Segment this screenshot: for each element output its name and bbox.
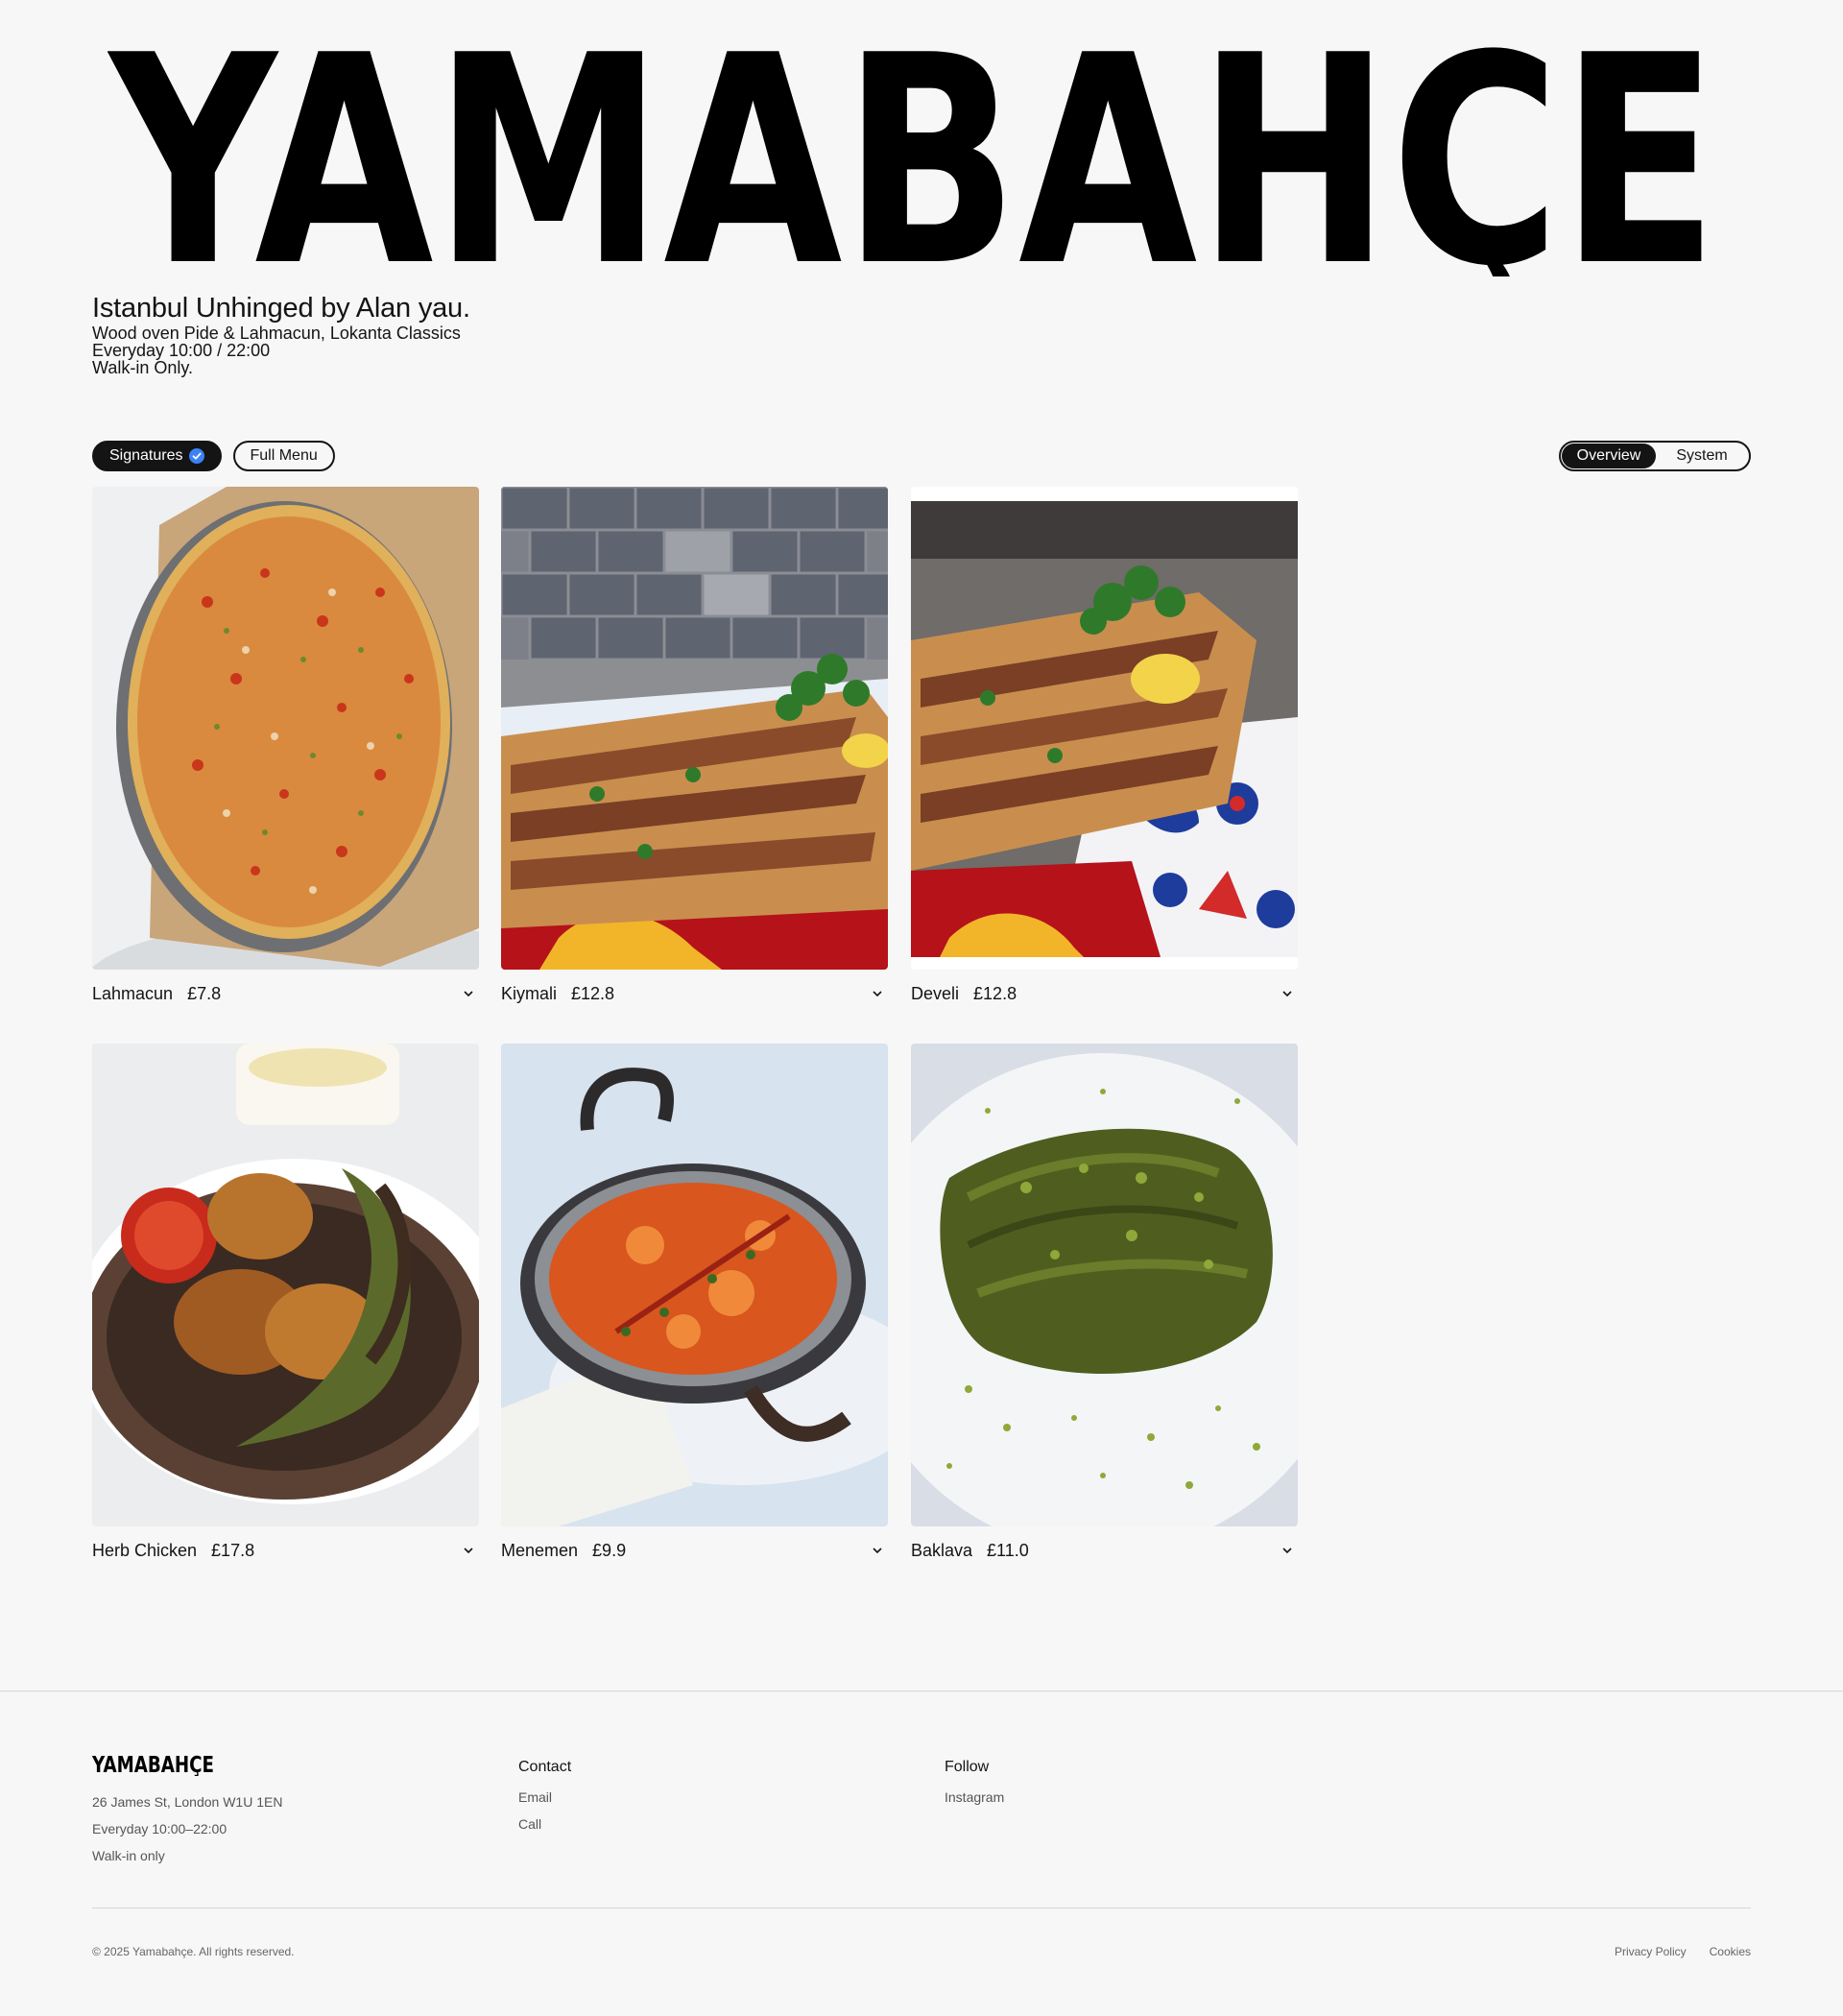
- dish-name: Develi: [911, 983, 960, 1003]
- footer-address: 26 James St, London W1U 1EN: [92, 1794, 283, 1810]
- dish-card[interactable]: Baklava £11.0: [911, 1044, 1298, 1564]
- dish-price: £12.8: [973, 983, 1017, 1003]
- cuisine-description: Wood oven Pide & Lahmacun, Lokanta Class…: [92, 324, 461, 343]
- chevron-down-icon[interactable]: [871, 987, 884, 1000]
- dish-photo-kiymali: [501, 487, 888, 970]
- dish-meta: Herb Chicken £17.8: [92, 1537, 479, 1564]
- dish-meta: Develi £12.8: [911, 980, 1298, 1007]
- dish-meta: Baklava £11.0: [911, 1537, 1298, 1564]
- dish-price: £11.0: [987, 1540, 1029, 1560]
- overview-toggle[interactable]: Overview: [1562, 444, 1656, 468]
- chevron-down-icon[interactable]: [871, 1544, 884, 1557]
- dish-card[interactable]: Kiymali £12.8: [501, 487, 888, 1007]
- dish-price: £12.8: [571, 983, 615, 1003]
- footer-logo[interactable]: YAMABAHÇE 26 James St, London W1U 1EN Ev…: [91, 1753, 283, 1869]
- chevron-down-icon[interactable]: [462, 1544, 475, 1557]
- chevron-down-icon[interactable]: [1281, 987, 1294, 1000]
- system-toggle[interactable]: System: [1656, 444, 1748, 468]
- cookies-link[interactable]: Cookies: [1710, 1945, 1751, 1958]
- svg-text:YAMABAHÇE: YAMABAHÇE: [108, 46, 1718, 276]
- footer-walkin: Walk-in only: [92, 1848, 165, 1863]
- dish-meta: Lahmacun £7.8: [92, 980, 479, 1007]
- opening-hours: Everyday 10:00 / 22:00: [92, 341, 271, 360]
- menu-filters: Signatures Full Menu: [92, 441, 335, 471]
- dish-meta: Menemen £9.9: [501, 1537, 888, 1564]
- dish-price: £17.8: [211, 1540, 255, 1560]
- full-menu-filter-button[interactable]: Full Menu: [232, 441, 335, 471]
- dish-card[interactable]: Herb Chicken £17.8: [92, 1044, 479, 1564]
- chevron-down-icon[interactable]: [1281, 1544, 1294, 1557]
- privacy-policy-link[interactable]: Privacy Policy: [1615, 1945, 1687, 1958]
- dish-card[interactable]: Lahmacun £7.8: [92, 487, 479, 1007]
- follow-heading: Follow: [945, 1759, 990, 1775]
- view-toggle: Overview System: [1559, 441, 1751, 471]
- signatures-filter-button[interactable]: Signatures: [92, 441, 222, 471]
- dish-name: Herb Chicken: [92, 1540, 198, 1560]
- verified-check-icon: [188, 448, 204, 464]
- dish-name: Lahmacun: [92, 983, 174, 1003]
- dish-photo-menemen: [501, 1044, 888, 1526]
- svg-text:YAMABAHÇE: YAMABAHÇE: [92, 1753, 214, 1776]
- dish-meta: Kiymali £12.8: [501, 980, 888, 1007]
- dish-price: £9.9: [592, 1540, 627, 1560]
- legal-links: Privacy Policy Cookies: [1615, 1945, 1751, 1958]
- email-link[interactable]: Email: [518, 1784, 571, 1811]
- intro-block: Istanbul Unhinged by Alan yau. Wood oven…: [92, 292, 470, 376]
- dish-photo-baklava: [911, 1044, 1298, 1526]
- restaurant-tagline: Istanbul Unhinged by Alan yau.: [92, 293, 470, 324]
- dish-card[interactable]: Menemen £9.9: [501, 1044, 888, 1564]
- signatures-label: Signatures: [109, 447, 183, 464]
- dish-name: Baklava: [911, 1540, 973, 1560]
- call-link[interactable]: Call: [518, 1811, 571, 1837]
- dish-name: Menemen: [501, 1540, 579, 1560]
- chevron-down-icon[interactable]: [462, 987, 475, 1000]
- footer-follow-column: Follow Instagram: [945, 1757, 1004, 1811]
- footer-contact-column: Contact Email Call: [518, 1757, 571, 1837]
- dish-photo-lahmacun: [92, 487, 479, 970]
- contact-heading: Contact: [518, 1759, 572, 1775]
- dish-photo-herb-chicken: [92, 1044, 479, 1526]
- dish-card[interactable]: Develi £12.8: [911, 487, 1298, 1007]
- brand-wordmark: YAMABAHÇE: [106, 0, 1720, 329]
- dish-price: £7.8: [187, 983, 222, 1003]
- dish-name: Kiymali: [501, 983, 558, 1003]
- footer-hours: Everyday 10:00–22:00: [92, 1821, 227, 1836]
- site-footer: YAMABAHÇE 26 James St, London W1U 1EN Ev…: [0, 1691, 1843, 2016]
- copyright-text: © 2025 Yamabahçe. All rights reserved.: [92, 1945, 295, 1958]
- dish-photo-develi: [911, 487, 1298, 970]
- walk-in-note: Walk-in Only.: [92, 358, 194, 377]
- instagram-link[interactable]: Instagram: [945, 1784, 1004, 1811]
